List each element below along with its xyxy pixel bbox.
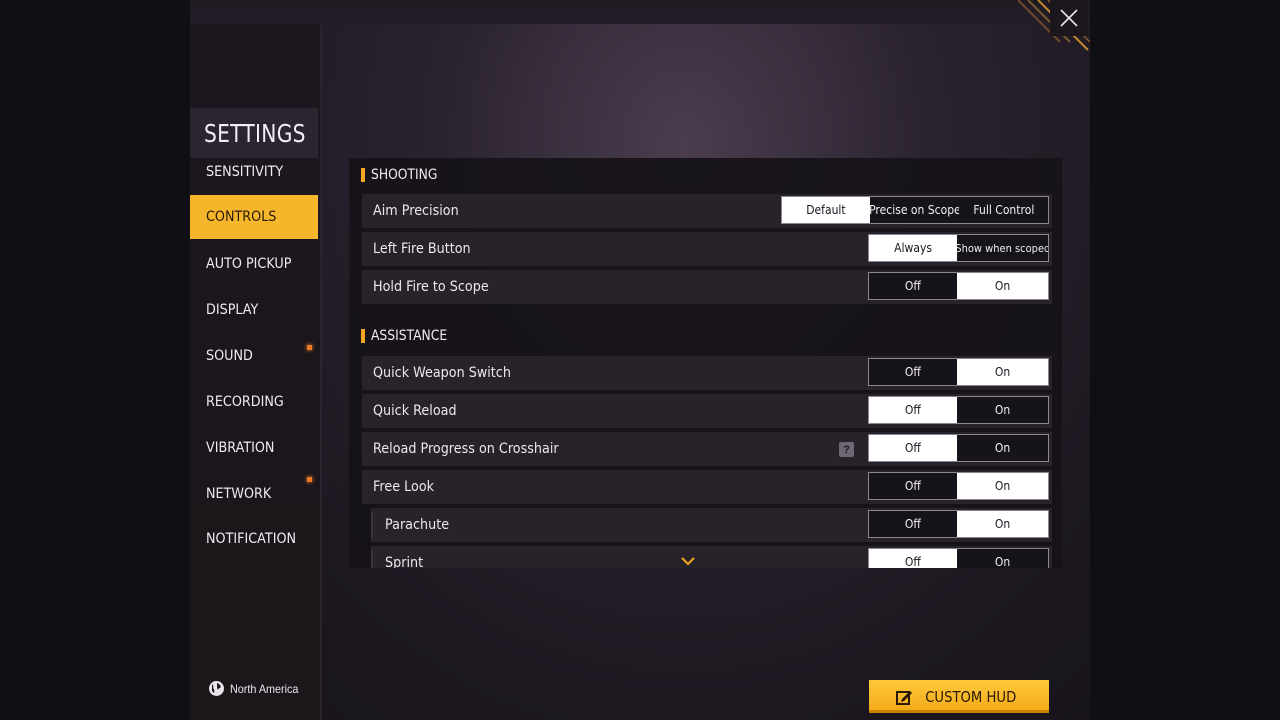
option-on[interactable]: On <box>957 549 1048 568</box>
setting-row-quick-reload: Quick Reload Off On <box>362 394 1052 428</box>
sidebar-item-label: VIBRATION <box>206 440 275 456</box>
sprint-toggle[interactable]: Off On <box>868 548 1049 568</box>
setting-label: Quick Reload <box>373 403 457 419</box>
sidebar-item-label: NOTIFICATION <box>206 531 297 547</box>
close-button[interactable] <box>1050 0 1088 36</box>
setting-label: Hold Fire to Scope <box>373 279 489 295</box>
option-full-control[interactable]: Full Control <box>959 197 1048 223</box>
reload-progress-toggle[interactable]: Off On <box>868 434 1049 462</box>
region-selector[interactable]: North America <box>208 680 306 697</box>
option-off[interactable]: Off <box>869 511 957 537</box>
aim-precision-selector[interactable]: Default Precise on Scope Full Control <box>781 196 1049 224</box>
setting-row-left-fire-button: Left Fire Button Always Show when scoped <box>362 232 1052 266</box>
top-bar <box>190 0 1090 24</box>
sidebar-item-label: SOUND <box>206 348 253 364</box>
option-off[interactable]: Off <box>869 397 957 423</box>
sidebar-item-controls[interactable]: CONTROLS <box>190 195 318 239</box>
sidebar-item-notification[interactable]: NOTIFICATION <box>190 517 318 561</box>
hold-fire-to-scope-toggle[interactable]: Off On <box>868 272 1049 300</box>
option-off[interactable]: Off <box>869 473 957 499</box>
setting-row-hold-fire-to-scope: Hold Fire to Scope Off On <box>362 270 1052 304</box>
setting-row-sprint: Sprint Off On <box>371 546 1052 568</box>
option-off[interactable]: Off <box>869 273 957 299</box>
section-assistance: ASSISTANCE <box>349 319 1062 353</box>
setting-label: Quick Weapon Switch <box>373 365 511 381</box>
free-look-toggle[interactable]: Off On <box>868 472 1049 500</box>
setting-label: Parachute <box>385 517 450 533</box>
option-default[interactable]: Default <box>782 197 870 223</box>
setting-label: Free Look <box>373 479 435 495</box>
quick-weapon-switch-toggle[interactable]: Off On <box>868 358 1049 386</box>
globe-icon <box>209 681 224 696</box>
sidebar-item-label: SENSITIVITY <box>206 164 284 180</box>
setting-row-free-look: Free Look Off On <box>362 470 1052 504</box>
custom-hud-label: CUSTOM HUD <box>924 687 1017 706</box>
section-marker <box>361 329 365 343</box>
sidebar-item-sensitivity[interactable]: SENSITIVITY <box>190 150 318 194</box>
option-on[interactable]: On <box>957 473 1048 499</box>
notification-dot <box>307 477 312 482</box>
setting-row-parachute: Parachute Off On <box>371 508 1052 542</box>
option-on[interactable]: On <box>957 397 1048 423</box>
option-precise-on-scope[interactable]: Precise on Scope <box>870 197 959 223</box>
option-show-when-scoped[interactable]: Show when scoped <box>957 235 1048 261</box>
settings-window: SETTINGS SENSITIVITY CONTROLS AUTO PICKU… <box>190 0 1090 720</box>
option-off[interactable]: Off <box>869 359 957 385</box>
close-icon <box>1060 9 1078 27</box>
notification-dot <box>307 345 312 350</box>
sidebar-item-label: NETWORK <box>206 486 272 502</box>
option-always[interactable]: Always <box>869 235 957 261</box>
section-marker <box>361 168 365 182</box>
page-title: SETTINGS <box>204 118 306 148</box>
section-title: SHOOTING <box>371 167 438 183</box>
sidebar-item-label: AUTO PICKUP <box>206 256 292 272</box>
option-on[interactable]: On <box>957 511 1048 537</box>
section-title: ASSISTANCE <box>371 328 448 344</box>
setting-label: Sprint <box>385 555 424 568</box>
region-label: North America <box>230 681 299 696</box>
setting-row-aim-precision: Aim Precision Default Precise on Scope F… <box>362 194 1052 228</box>
setting-label: Aim Precision <box>373 203 459 219</box>
sidebar-item-recording[interactable]: RECORDING <box>190 380 318 424</box>
sidebar-item-auto-pickup[interactable]: AUTO PICKUP <box>190 242 318 286</box>
custom-hud-button[interactable]: CUSTOM HUD <box>869 680 1049 713</box>
sidebar-item-vibration[interactable]: VIBRATION <box>190 426 318 470</box>
option-off[interactable]: Off <box>869 549 957 568</box>
option-off[interactable]: Off <box>869 435 957 461</box>
parachute-toggle[interactable]: Off On <box>868 510 1049 538</box>
help-icon[interactable]: ? <box>839 442 854 457</box>
sidebar-item-network[interactable]: NETWORK <box>190 472 318 516</box>
setting-row-quick-weapon-switch: Quick Weapon Switch Off On <box>362 356 1052 390</box>
setting-label: Reload Progress on Crosshair <box>373 441 559 457</box>
sidebar-item-label: RECORDING <box>206 394 284 410</box>
option-on[interactable]: On <box>957 435 1048 461</box>
setting-label: Left Fire Button <box>373 241 471 257</box>
sidebar-item-display[interactable]: DISPLAY <box>190 288 318 332</box>
chevron-down-icon[interactable] <box>681 557 695 566</box>
option-on[interactable]: On <box>957 359 1048 385</box>
settings-panel: SHOOTING Aim Precision Default Precise o… <box>349 158 1062 568</box>
setting-row-reload-progress-on-crosshair: Reload Progress on Crosshair ? Off On <box>362 432 1052 466</box>
quick-reload-toggle[interactable]: Off On <box>868 396 1049 424</box>
sidebar-item-label: CONTROLS <box>206 209 277 225</box>
sidebar-item-sound[interactable]: SOUND <box>190 334 318 378</box>
section-shooting: SHOOTING <box>349 158 1062 192</box>
edit-icon <box>895 690 912 705</box>
left-fire-button-selector[interactable]: Always Show when scoped <box>868 234 1049 262</box>
option-on[interactable]: On <box>957 273 1048 299</box>
sidebar-item-label: DISPLAY <box>206 302 259 318</box>
sidebar: SETTINGS SENSITIVITY CONTROLS AUTO PICKU… <box>190 24 322 720</box>
